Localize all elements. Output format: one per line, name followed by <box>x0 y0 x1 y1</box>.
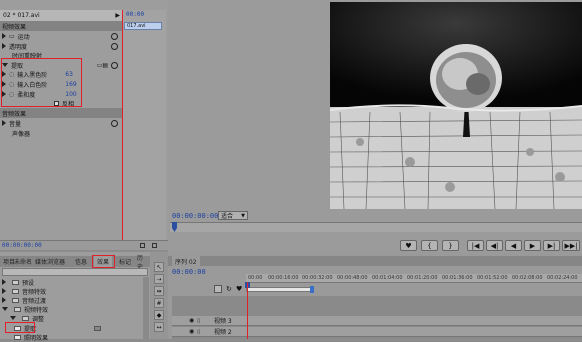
playhead-line-ec <box>122 10 123 242</box>
track-select-tool-icon[interactable]: ⇢ <box>154 274 164 284</box>
project-tab-bar: 项目 未命名 媒体浏览器 信息 效果 标记 历史 <box>0 255 150 271</box>
step-forward-button[interactable]: ▶| <box>543 240 560 251</box>
project-scrollbar[interactable] <box>143 277 149 339</box>
tree-item-lighting[interactable]: 照明效果 <box>0 332 148 342</box>
timeline-tab-bar: 序列 02 <box>168 256 582 267</box>
go-to-in-button[interactable]: |◀ <box>467 240 484 251</box>
ruler-label: 00:01:52:00 <box>477 275 508 281</box>
mini-clip-bar[interactable]: 017.avi <box>124 22 162 30</box>
tab-sequence-02[interactable]: 序列 02 <box>172 256 200 267</box>
lock-icon[interactable]: ▯ <box>197 329 200 335</box>
ruler-label: 00:00:48:00 <box>337 275 368 281</box>
fit-dropdown[interactable]: 适合 ▼ <box>218 211 248 220</box>
menu-arrow-icon[interactable]: ▶ <box>115 12 120 19</box>
effects-search-input[interactable] <box>2 268 148 276</box>
monitor-timecode[interactable]: 00:00:00:00 <box>172 212 218 220</box>
collapse-icon[interactable] <box>10 316 16 320</box>
folder-icon <box>12 288 19 294</box>
timeline-timecode[interactable]: 00:00:00 <box>172 268 206 276</box>
video-frame <box>330 2 582 209</box>
ruler-label: 00:01:36:00 <box>442 275 473 281</box>
reset-icon[interactable] <box>111 32 118 40</box>
link-icon[interactable]: ↻ <box>226 285 232 293</box>
tab-info[interactable]: 信息 <box>72 256 90 267</box>
ripple-edit-tool-icon[interactable]: ⇹ <box>154 286 164 296</box>
ruler-label: 00:02:08:00 <box>512 275 543 281</box>
expand-icon[interactable] <box>2 33 6 39</box>
ruler-label: 00:01:20:00 <box>407 275 438 281</box>
ruler-label: 00:01:04:00 <box>372 275 403 281</box>
expand-icon[interactable] <box>2 120 6 126</box>
slip-tool-icon[interactable]: ↔ <box>154 322 164 332</box>
effects-tab-highlight <box>92 255 115 268</box>
tab-history[interactable]: 历史 <box>134 255 150 271</box>
work-area-end-icon[interactable] <box>310 286 314 293</box>
effect-volume[interactable]: 音量 <box>0 118 122 128</box>
set-in-button[interactable]: { <box>421 240 438 251</box>
eye-icon[interactable]: ◉ <box>189 317 194 324</box>
effect-panner[interactable]: 声像器 <box>0 128 122 138</box>
track-label: 视频 3 <box>214 318 232 325</box>
ec-footer: 00:00:00:00 <box>0 240 168 250</box>
ec-timecode[interactable]: 00:00:00:00 <box>2 242 42 249</box>
set-out-button[interactable]: } <box>442 240 459 251</box>
expand-icon[interactable] <box>2 43 6 49</box>
selection-tool-icon[interactable]: ↖ <box>154 262 164 272</box>
reset-icon[interactable] <box>111 61 118 69</box>
reset-icon[interactable] <box>111 42 118 50</box>
mini-clip-label: 017.avi <box>127 23 146 29</box>
rolling-edit-tool-icon[interactable]: # <box>154 298 164 308</box>
folder-icon <box>14 306 21 312</box>
zoom-out-icon[interactable] <box>140 243 145 248</box>
ruler-label: 00:02:24:00 <box>547 275 578 281</box>
track-label: 视频 2 <box>214 329 232 336</box>
tab-markers[interactable]: 标记 <box>116 256 134 267</box>
fx-icon: ▭ <box>9 32 15 40</box>
audio-effects-header: 音频效果 <box>0 108 122 118</box>
play-button[interactable]: ▶ <box>524 240 541 251</box>
settings-icon[interactable]: ▭▤ <box>97 62 108 69</box>
razor-tool-icon[interactable]: ◆ <box>154 310 164 320</box>
reset-icon[interactable] <box>111 119 118 127</box>
go-to-out-button[interactable]: ◀| <box>486 240 503 251</box>
snap-icon[interactable] <box>214 285 222 293</box>
folder-icon <box>22 315 29 321</box>
step-back-button[interactable]: ◀ <box>505 240 522 251</box>
program-video <box>330 2 582 209</box>
zoom-in-icon[interactable] <box>152 243 157 248</box>
expand-icon[interactable] <box>2 297 6 303</box>
mini-timeline <box>122 10 166 240</box>
folder-icon <box>12 279 19 285</box>
work-area-bar[interactable] <box>246 287 312 292</box>
lock-icon[interactable]: ▯ <box>197 318 200 324</box>
chevron-down-icon: ▼ <box>241 212 245 219</box>
clip-title: 02 * 017.avi <box>3 12 40 19</box>
effect-motion[interactable]: ▭ 运动 <box>0 31 122 41</box>
go-to-end-button[interactable]: ▶▶| <box>562 240 580 251</box>
tab-media-browser[interactable]: 媒体浏览器 <box>32 256 68 267</box>
expand-icon[interactable] <box>2 279 6 285</box>
effect-controls-title-bar: 02 * 017.avi ▶ <box>0 10 122 21</box>
video-effects-header: 视频效果 <box>0 21 122 31</box>
expand-icon[interactable] <box>2 288 6 294</box>
ruler-label: 00:00:16:00 <box>268 275 299 281</box>
ruler-label: 00:00:32:00 <box>302 275 333 281</box>
accelerated-icon <box>94 325 101 331</box>
timeline-playhead-line <box>247 282 248 339</box>
marker-icon[interactable]: ♥ <box>236 285 242 293</box>
monitor-time-ruler[interactable] <box>170 222 582 232</box>
extract-highlight-box <box>1 58 82 107</box>
folder-icon <box>12 297 19 303</box>
collapse-icon[interactable] <box>2 307 8 311</box>
extract-item-highlight <box>5 322 35 333</box>
track-video-3[interactable]: ◉ ▯ 视频 3 <box>172 316 582 326</box>
track-video-2[interactable]: ◉ ▯ 视频 2 <box>172 327 582 337</box>
marker-button[interactable]: ♥ <box>400 240 417 251</box>
eye-icon[interactable]: ◉ <box>189 328 194 335</box>
ruler-label: 00:00 <box>248 275 263 281</box>
mini-timeline-timecode: 00:00 <box>126 11 145 18</box>
